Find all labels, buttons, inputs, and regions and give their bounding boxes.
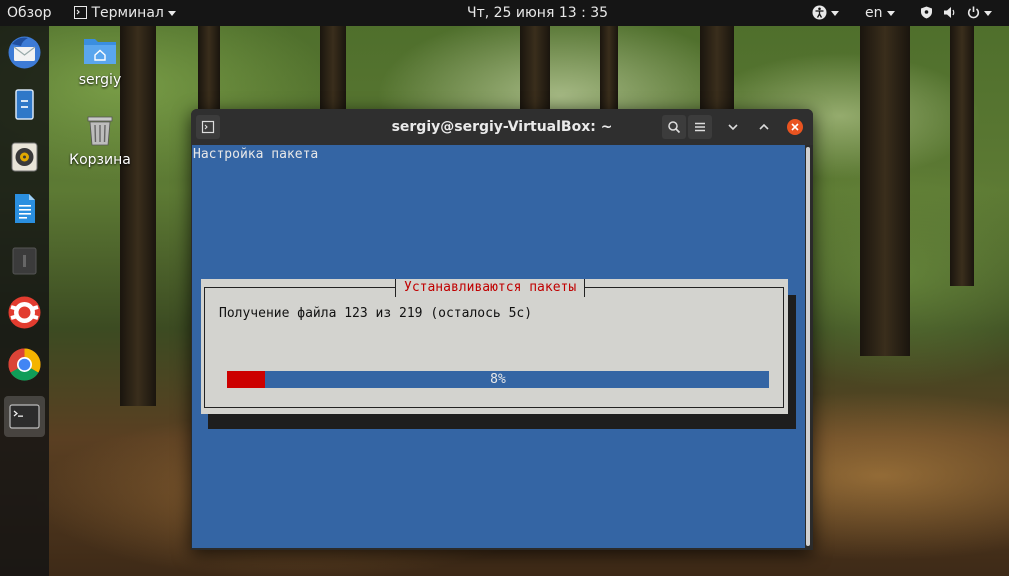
- rhythmbox-icon: [11, 142, 38, 172]
- dock-help[interactable]: [4, 292, 45, 333]
- terminal-window: sergiy@sergiy-VirtualBox: ~ Настройка па…: [191, 109, 813, 550]
- progress-dialog: Получение файла 123 из 219 (осталось 5с)…: [201, 279, 788, 414]
- language-label: en: [865, 5, 883, 21]
- app-menu-label: Терминал: [91, 5, 164, 21]
- activities-button[interactable]: Обзор: [7, 0, 52, 26]
- libreoffice-writer-icon: [15, 194, 35, 223]
- terminal-scrollbar[interactable]: [805, 145, 812, 548]
- thunderbird-icon: [8, 36, 41, 69]
- hamburger-menu-icon: [695, 122, 705, 132]
- close-icon: [787, 119, 803, 135]
- terminal-heading: Настройка пакета: [193, 147, 319, 162]
- search-button[interactable]: [662, 115, 686, 139]
- help-icon: [8, 296, 41, 329]
- terminal-icon: [9, 404, 40, 429]
- dialog-title: Устанавливаются пакеты: [395, 279, 586, 297]
- progress-label: 8%: [490, 372, 506, 387]
- files-icon: [15, 89, 34, 120]
- dialog-message: Получение файла 123 из 219 (осталось 5с): [219, 306, 533, 321]
- home-folder-icon: [84, 39, 116, 64]
- desktop-home-folder[interactable]: sergiy: [60, 34, 140, 88]
- dock-writer[interactable]: [4, 188, 45, 229]
- dock-files[interactable]: [4, 84, 45, 125]
- clock[interactable]: Чт, 25 июня 13 : 35: [467, 0, 608, 26]
- power-icon: [967, 6, 979, 19]
- dock-rhythmbox[interactable]: [4, 136, 45, 177]
- home-folder-label: sergiy: [78, 72, 122, 88]
- language-menu[interactable]: en: [865, 0, 895, 26]
- dock-software[interactable]: [4, 240, 45, 281]
- chevron-down-icon: [728, 124, 738, 131]
- top-bar: Обзор Терминал Чт, 25 июня 13 : 35 en: [0, 0, 1009, 26]
- app-menu[interactable]: Терминал: [74, 0, 176, 26]
- scrollbar-thumb[interactable]: [806, 147, 810, 546]
- progress-bar: 8%: [227, 371, 769, 388]
- trash-label: Корзина: [69, 152, 131, 168]
- dock: [0, 26, 49, 576]
- software-icon: [12, 247, 37, 275]
- chevron-down-icon: [831, 10, 839, 16]
- minimize-button[interactable]: [721, 115, 745, 139]
- chevron-up-icon: [759, 123, 769, 130]
- chevron-down-icon: [167, 10, 176, 16]
- chevron-down-icon: [886, 10, 895, 16]
- close-button[interactable]: [783, 115, 807, 139]
- dialog-frame: Получение файла 123 из 219 (осталось 5с)…: [204, 287, 784, 408]
- new-tab-button[interactable]: [196, 115, 220, 139]
- chevron-down-icon: [983, 10, 992, 16]
- accessibility-menu[interactable]: [812, 0, 839, 26]
- dock-thunderbird[interactable]: [4, 32, 45, 73]
- dock-chrome[interactable]: [4, 344, 45, 385]
- chrome-icon: [8, 348, 41, 381]
- terminal-area[interactable]: Настройка пакета Получение файла 123 из …: [192, 145, 805, 548]
- window-title: sergiy@sergiy-VirtualBox: ~: [391, 119, 613, 135]
- vpn-shield-icon: [921, 6, 932, 19]
- search-icon: [668, 121, 681, 134]
- dock-terminal[interactable]: [4, 396, 45, 437]
- window-titlebar[interactable]: sergiy@sergiy-VirtualBox: ~: [191, 109, 813, 145]
- maximize-button[interactable]: [752, 115, 776, 139]
- trash-icon: [87, 116, 113, 146]
- new-tab-icon: [201, 120, 215, 134]
- volume-icon: [944, 7, 955, 18]
- accessibility-icon: [812, 5, 827, 20]
- menu-button[interactable]: [688, 115, 712, 139]
- system-menu[interactable]: [920, 0, 992, 26]
- desktop-trash[interactable]: Корзина: [60, 114, 140, 168]
- terminal-app-icon: [74, 6, 87, 19]
